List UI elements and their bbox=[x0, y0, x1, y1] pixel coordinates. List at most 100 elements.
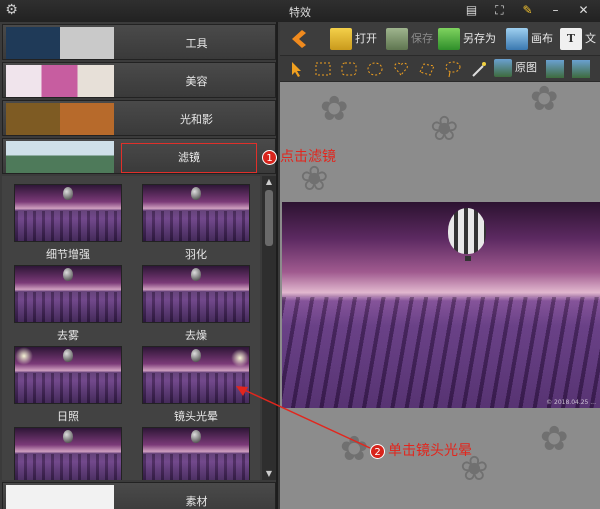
filter-item-defog[interactable]: 去雾 bbox=[14, 265, 122, 342]
canvas-label: 画布 bbox=[531, 32, 553, 45]
brush-icon[interactable]: ✎ bbox=[520, 3, 535, 18]
category-beauty[interactable]: 美容 bbox=[2, 62, 276, 98]
light-shadow-thumbnail bbox=[6, 103, 114, 135]
filter-label: 镜头光晕 bbox=[174, 410, 218, 423]
original-image-icon bbox=[494, 59, 512, 77]
title-bar: ⚙ 特效 ▤ ⛶ ✎ – ✕ bbox=[0, 0, 600, 22]
original-image-button[interactable]: 原图 bbox=[494, 57, 537, 79]
flower-pattern-icon: ✿ bbox=[320, 89, 349, 129]
annotation-step1: 1 点击滤镜 bbox=[262, 146, 336, 166]
scrollbar-thumb[interactable] bbox=[265, 190, 273, 246]
window-title: 特效 bbox=[289, 6, 311, 19]
balloon-icon bbox=[63, 187, 73, 200]
hot-air-balloon bbox=[448, 208, 486, 254]
effects-panel: 工具 美容 光和影 滤镜 细节增强 羽化 去雾 去燥 日照 镜头光晕 ▲ ▼ 素… bbox=[0, 22, 278, 509]
filter-thumbnail bbox=[142, 427, 250, 480]
flower-pattern-icon: ❀ bbox=[430, 109, 459, 149]
original-image-label: 原图 bbox=[515, 61, 537, 74]
app-window: ⚙ 特效 ▤ ⛶ ✎ – ✕ 工具 美容 光和影 滤镜 细节增强 羽化 去雾 去… bbox=[0, 0, 600, 509]
step2-text: 单击镜头光晕 bbox=[388, 443, 472, 459]
pointer-icon[interactable] bbox=[288, 60, 306, 78]
filter-thumbnail bbox=[14, 265, 122, 323]
canvas-icon bbox=[506, 28, 528, 50]
main-toolbar: 打开 保存 另存为 画布 T文 bbox=[280, 22, 600, 56]
category-light-shadow[interactable]: 光和影 bbox=[2, 100, 276, 136]
save-as-button[interactable]: 另存为 bbox=[438, 26, 496, 52]
balloon-icon bbox=[63, 430, 73, 443]
lavender-rows bbox=[282, 297, 600, 408]
flower-pattern-icon: ✿ bbox=[530, 82, 559, 119]
flower-pattern-icon: ❀ bbox=[300, 159, 329, 199]
image-icon[interactable] bbox=[546, 60, 564, 78]
save-label: 保存 bbox=[411, 32, 433, 45]
filter-scrollbar[interactable]: ▲ ▼ bbox=[262, 176, 276, 480]
filter-label: 羽化 bbox=[185, 248, 207, 261]
selection-toolbar: 原图 bbox=[280, 56, 600, 82]
category-beauty-label: 美容 bbox=[185, 75, 208, 88]
photo-credit: © 2018.04.25 ... bbox=[546, 399, 596, 406]
minimize-icon[interactable]: – bbox=[548, 3, 563, 18]
scroll-down-icon[interactable]: ▼ bbox=[262, 468, 276, 480]
close-icon[interactable]: ✕ bbox=[576, 3, 591, 18]
text-icon: T bbox=[560, 28, 582, 50]
text-label: 文 bbox=[585, 32, 596, 45]
balloon-icon bbox=[191, 349, 201, 362]
filter-item[interactable] bbox=[142, 427, 250, 480]
filter-label: 日照 bbox=[57, 410, 79, 423]
save-as-label: 另存为 bbox=[463, 32, 496, 45]
step1-text: 点击滤镜 bbox=[280, 149, 336, 165]
filter-thumbnail bbox=[14, 184, 122, 242]
filter-label: 去燥 bbox=[185, 329, 207, 342]
filter-item-sunlight[interactable]: 日照 bbox=[14, 346, 122, 423]
save-button[interactable]: 保存 bbox=[386, 26, 433, 52]
beauty-thumbnail bbox=[6, 65, 114, 97]
back-arrow-icon[interactable] bbox=[288, 28, 308, 50]
ellipse-select-icon[interactable] bbox=[366, 60, 384, 78]
polygon-select-icon[interactable] bbox=[418, 60, 436, 78]
tools-thumbnail bbox=[6, 27, 114, 59]
canvas-button[interactable]: 画布 bbox=[506, 26, 553, 52]
folder-icon bbox=[330, 28, 352, 50]
category-tools[interactable]: 工具 bbox=[2, 24, 276, 60]
open-label: 打开 bbox=[355, 32, 377, 45]
fullscreen-icon[interactable]: ⛶ bbox=[492, 3, 507, 18]
filter-thumbnail bbox=[14, 427, 122, 480]
filter-item-denoise[interactable]: 去燥 bbox=[142, 265, 250, 342]
filter-item-detail-enhance[interactable]: 细节增强 bbox=[14, 184, 122, 261]
step1-badge: 1 bbox=[262, 149, 277, 165]
balloon-icon bbox=[191, 430, 201, 443]
lavender-photo: © 2018.04.25 ... bbox=[282, 202, 600, 408]
category-tools-label: 工具 bbox=[185, 37, 208, 50]
magic-wand-icon[interactable] bbox=[470, 60, 488, 78]
file-icon[interactable]: ▤ bbox=[464, 3, 479, 18]
material-thumbnail bbox=[6, 485, 114, 509]
image-icon[interactable] bbox=[572, 60, 590, 78]
save-as-icon bbox=[438, 28, 460, 50]
filter-thumbnail bbox=[6, 141, 114, 173]
category-filter[interactable]: 滤镜 bbox=[2, 138, 276, 174]
filter-thumbnail bbox=[142, 346, 250, 404]
save-icon bbox=[386, 28, 408, 50]
rect-select-icon[interactable] bbox=[314, 60, 332, 78]
category-material[interactable]: 素材 bbox=[2, 482, 276, 509]
category-light-shadow-label: 光和影 bbox=[180, 113, 213, 126]
filter-item-feather[interactable]: 羽化 bbox=[142, 184, 250, 261]
balloon-icon bbox=[191, 268, 201, 281]
balloon-basket bbox=[465, 256, 471, 261]
flower-pattern-icon: ✿ bbox=[540, 419, 569, 459]
balloon-icon bbox=[63, 268, 73, 281]
filter-item[interactable] bbox=[14, 427, 122, 480]
heart-select-icon[interactable] bbox=[392, 60, 410, 78]
rounded-rect-select-icon[interactable] bbox=[340, 60, 358, 78]
filter-item-lens-flare[interactable]: 镜头光晕 bbox=[142, 346, 250, 423]
lasso-select-icon[interactable] bbox=[444, 60, 462, 78]
filter-thumbnail bbox=[142, 265, 250, 323]
filter-button[interactable]: 滤镜 bbox=[121, 143, 257, 173]
open-button[interactable]: 打开 bbox=[330, 26, 377, 52]
category-material-label: 素材 bbox=[185, 495, 208, 508]
balloon-icon bbox=[191, 187, 201, 200]
step2-badge: 2 bbox=[370, 443, 385, 459]
scroll-up-icon[interactable]: ▲ bbox=[262, 176, 276, 188]
filter-thumbnail bbox=[14, 346, 122, 404]
text-button[interactable]: T文 bbox=[560, 26, 596, 52]
